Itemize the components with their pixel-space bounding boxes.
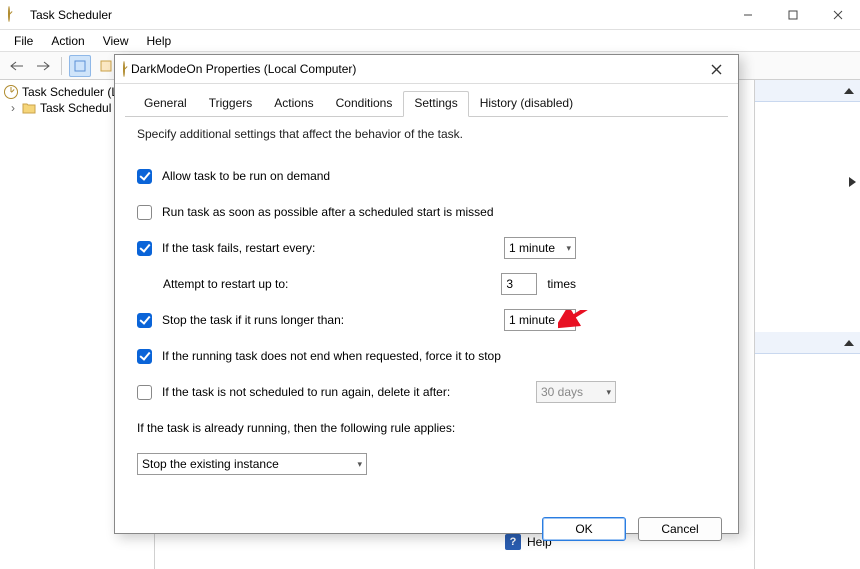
dialog-icon [123, 62, 125, 76]
tab-general[interactable]: General [133, 91, 198, 117]
minimize-button[interactable] [725, 0, 770, 30]
combo-delete-after-value: 30 days [541, 385, 583, 399]
dialog-close-button[interactable] [702, 55, 730, 83]
checkbox-allow-demand[interactable] [137, 169, 152, 184]
ok-button[interactable]: OK [542, 517, 626, 541]
input-attempt-count[interactable]: 3 [501, 273, 537, 295]
window-titlebar: Task Scheduler [0, 0, 860, 30]
label-restart: If the task fails, restart every: [162, 241, 484, 255]
combo-delete-after: 30 days ▾ [536, 381, 616, 403]
input-attempt-value: 3 [506, 277, 513, 291]
collapse-icon [844, 340, 854, 346]
tab-strip: General Triggers Actions Conditions Sett… [115, 84, 738, 116]
close-button[interactable] [815, 0, 860, 30]
menu-view[interactable]: View [95, 32, 137, 50]
tab-actions[interactable]: Actions [263, 91, 324, 117]
tree-child-label: Task Schedul [40, 101, 111, 115]
nav-forward-button[interactable] [32, 55, 54, 77]
chevron-down-icon: ▾ [357, 459, 362, 470]
checkbox-restart[interactable] [137, 241, 152, 256]
ok-label: OK [575, 522, 592, 536]
label-run-asap: Run task as soon as possible after a sch… [162, 205, 494, 219]
tab-conditions[interactable]: Conditions [325, 91, 404, 117]
expand-icon[interactable]: › [8, 101, 18, 115]
cancel-button[interactable]: Cancel [638, 517, 722, 541]
label-allow-demand: Allow task to be run on demand [162, 169, 330, 183]
label-force-stop: If the running task does not end when re… [162, 349, 501, 363]
tab-history[interactable]: History (disabled) [469, 91, 584, 117]
label-times: times [547, 277, 576, 291]
actions-header-1[interactable] [755, 80, 860, 102]
tab-triggers[interactable]: Triggers [198, 91, 264, 117]
dialog-titlebar: DarkModeOn Properties (Local Computer) [115, 55, 738, 84]
actions-panel [755, 80, 860, 569]
label-rule: If the task is already running, then the… [137, 421, 455, 435]
label-delete-after: If the task is not scheduled to run agai… [162, 385, 516, 399]
checkbox-stop-longer[interactable] [137, 313, 152, 328]
chevron-down-icon: ▾ [606, 387, 611, 398]
menu-action[interactable]: Action [43, 32, 92, 50]
label-attempt: Attempt to restart up to: [163, 277, 481, 291]
checkbox-delete-after[interactable] [137, 385, 152, 400]
window-title: Task Scheduler [30, 8, 725, 22]
clock-icon [4, 85, 18, 99]
combo-rule[interactable]: Stop the existing instance ▾ [137, 453, 367, 475]
settings-description: Specify additional settings that affect … [137, 127, 716, 141]
expand-right-icon[interactable] [849, 177, 856, 187]
dialog-button-row: OK Cancel [115, 509, 738, 553]
combo-rule-value: Stop the existing instance [142, 457, 279, 471]
app-icon [8, 7, 24, 23]
maximize-button[interactable] [770, 0, 815, 30]
tab-settings[interactable]: Settings [403, 91, 468, 117]
combo-stop-duration-value: 1 minute [509, 313, 555, 327]
collapse-icon [844, 88, 854, 94]
folder-icon [22, 102, 36, 114]
tab-body-settings: Specify additional settings that affect … [125, 116, 728, 499]
properties-dialog: DarkModeOn Properties (Local Computer) G… [114, 54, 739, 534]
chevron-down-icon: ▾ [566, 315, 571, 326]
menu-file[interactable]: File [6, 32, 41, 50]
menu-help[interactable]: Help [139, 32, 180, 50]
tree-root-label: Task Scheduler (L [22, 85, 118, 99]
checkbox-run-asap[interactable] [137, 205, 152, 220]
nav-back-button[interactable] [6, 55, 28, 77]
checkbox-force-stop[interactable] [137, 349, 152, 364]
cancel-label: Cancel [661, 522, 698, 536]
combo-restart-interval-value: 1 minute [509, 241, 555, 255]
label-stop-longer: Stop the task if it runs longer than: [162, 313, 484, 327]
menubar: File Action View Help [0, 30, 860, 52]
chevron-down-icon: ▾ [566, 243, 571, 254]
combo-restart-interval[interactable]: 1 minute ▾ [504, 237, 576, 259]
dialog-title: DarkModeOn Properties (Local Computer) [131, 62, 702, 76]
combo-stop-duration[interactable]: 1 minute ▾ [504, 309, 576, 331]
actions-header-2[interactable] [755, 332, 860, 354]
toolbar-button-1[interactable] [69, 55, 91, 77]
